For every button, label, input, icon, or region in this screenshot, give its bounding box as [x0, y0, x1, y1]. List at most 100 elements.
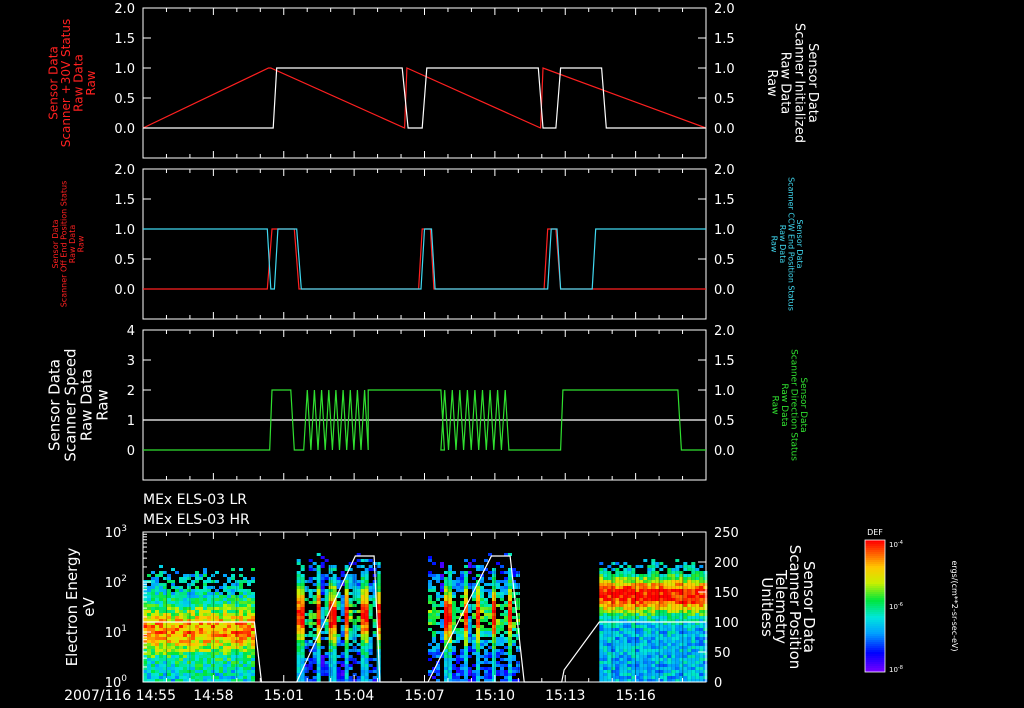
spectrogram-cell: [440, 601, 444, 604]
spectrogram-cell: [703, 643, 708, 646]
spectrogram-cell: [296, 664, 301, 667]
spectrogram-cell: [460, 571, 464, 574]
spectrogram-cell: [671, 628, 676, 631]
spectrogram-cell: [159, 658, 163, 661]
spectrogram-cell: [364, 649, 369, 652]
spectrogram-cell: [348, 664, 353, 667]
spectrogram-cell: [304, 640, 309, 643]
spectrogram-cell: [631, 586, 636, 589]
spectrogram-cell: [296, 622, 301, 625]
spectrogram-cell: [316, 595, 321, 598]
spectrogram-cell: [615, 610, 620, 613]
colorbar-band: [865, 568, 885, 570]
spectrogram-cell: [651, 610, 656, 613]
spectrogram-cell: [687, 604, 692, 607]
spectrogram-cell: [444, 571, 448, 574]
spectrogram-cell: [619, 637, 624, 640]
spectrogram-cell: [500, 673, 504, 676]
spectrogram-cell: [348, 676, 353, 679]
spectrogram-cell: [324, 661, 329, 664]
spectrogram-cell: [699, 670, 704, 673]
spectrogram-cell: [195, 640, 199, 643]
spectrogram-cell: [195, 667, 199, 670]
right-tick-label: 0.0: [714, 122, 735, 137]
spectrogram-cell: [647, 676, 652, 679]
spectrogram-cell: [631, 601, 636, 604]
spectrogram-cell: [308, 610, 313, 613]
spectrogram-cell: [492, 643, 496, 646]
spectrogram-cell: [239, 646, 243, 649]
colorbar-band: [865, 666, 885, 668]
spectrogram-cell: [667, 661, 672, 664]
spectrogram-cell: [456, 583, 460, 586]
spectrogram-cell: [627, 673, 632, 676]
spectrogram-cell: [659, 640, 664, 643]
spectrogram-cell: [432, 574, 436, 577]
spectrogram-cell: [219, 631, 223, 634]
spectrogram-cell: [651, 655, 656, 658]
spectrogram-cell: [615, 589, 620, 592]
spectrogram-cell: [623, 610, 628, 613]
spectrogram-cell: [460, 583, 464, 586]
spectrogram-cell: [452, 646, 456, 649]
spectrogram-cell: [171, 607, 175, 610]
spectrogram-cell: [231, 625, 235, 628]
spectrogram-cell: [699, 664, 704, 667]
spectrogram-cell: [147, 637, 151, 640]
spectrogram-cell: [472, 640, 476, 643]
spectrogram-cell: [183, 664, 187, 667]
spectrogram-cell: [683, 640, 688, 643]
spectrogram-cell: [687, 595, 692, 598]
spectrogram-cell: [316, 661, 321, 664]
spectrogram-cell: [444, 628, 448, 631]
spectrogram-cell: [203, 643, 207, 646]
spectrogram-cell: [480, 586, 484, 589]
spectrogram-cell: [175, 667, 179, 670]
spectrogram-cell: [452, 640, 456, 643]
spectrogram-cell: [175, 595, 179, 598]
spectrogram-cell: [607, 631, 612, 634]
spectrogram-cell: [364, 631, 369, 634]
spectrogram-cell: [643, 646, 648, 649]
spectrogram-cell: [639, 583, 644, 586]
spectrogram-cell: [356, 643, 361, 646]
spectrogram-cell: [247, 595, 251, 598]
spectrogram-cell: [167, 625, 171, 628]
spectrogram-cell: [599, 658, 604, 661]
spectrogram-cell: [155, 607, 159, 610]
spectrogram-cell: [356, 598, 361, 601]
spectrogram-cell: [231, 646, 235, 649]
spectrogram-cell: [484, 643, 488, 646]
spectrogram-cell: [195, 658, 199, 661]
colorbar-band: [865, 654, 885, 656]
spectrogram-cell: [452, 607, 456, 610]
spectrogram-cell: [659, 592, 664, 595]
spectrogram-cell: [356, 586, 361, 589]
spectrogram-cell: [655, 670, 660, 673]
spectrogram-cell: [500, 613, 504, 616]
spectrogram-cell: [360, 589, 365, 592]
spectrogram-cell: [159, 604, 163, 607]
spectrogram-cell: [615, 664, 620, 667]
spectrogram-cell: [155, 637, 159, 640]
colorbar-band: [865, 592, 885, 594]
spectrogram-cell: [187, 595, 191, 598]
spectrogram-cell: [211, 580, 215, 583]
spectrogram-cell: [231, 649, 235, 652]
spectrogram-cell: [631, 628, 636, 631]
spectrogram-cell: [500, 571, 504, 574]
spectrogram-cell: [159, 640, 163, 643]
spectrogram-cell: [147, 598, 151, 601]
spectrogram-cell: [488, 613, 492, 616]
spectrogram-cell: [607, 583, 612, 586]
spectrogram-cell: [619, 586, 624, 589]
spectrogram-cell: [368, 565, 373, 568]
spectrogram-cell: [627, 637, 632, 640]
spectrogram-cell: [428, 643, 432, 646]
spectrogram-cell: [607, 634, 612, 637]
spectrogram-cell: [227, 601, 231, 604]
spectrogram-cell: [619, 565, 624, 568]
spectrogram-cell: [448, 589, 452, 592]
spectrogram-cell: [239, 655, 243, 658]
spectrogram-cell: [175, 676, 179, 679]
